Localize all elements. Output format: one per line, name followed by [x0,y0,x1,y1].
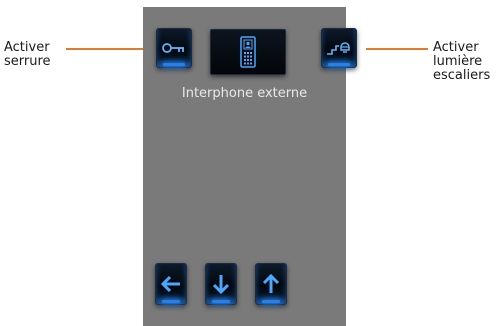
callout-lock-label: Activer serrure [4,41,51,69]
key-icon [162,41,186,55]
device-screen: Interphone externe [143,7,357,326]
activate-lock-button[interactable] [156,28,192,68]
callout-lock-leader [66,48,154,50]
stairs-light-icon [326,40,352,56]
arrow-left-icon [160,275,182,293]
callout-stairs-line1: Activer [433,40,479,55]
screen-title: Interphone externe [181,86,308,101]
callout-stairs-label: Activer lumière escaliers [433,41,490,83]
arrow-up-icon [262,273,280,295]
activate-stairs-light-button[interactable] [321,28,357,68]
callout-stairs-line3: escaliers [433,68,491,83]
callout-stairs-leader [366,48,428,50]
callout-lock-line2: serrure [4,54,51,69]
callout-stairs-line2: lumière [433,54,483,69]
scroll-up-button[interactable] [255,263,287,305]
callout-lock-line1: Activer [4,40,50,55]
arrow-down-icon [212,273,230,295]
entry-panel-icon [240,36,256,68]
scroll-down-button[interactable] [205,263,237,305]
intercom-display[interactable] [210,29,286,75]
back-button[interactable] [155,263,187,305]
